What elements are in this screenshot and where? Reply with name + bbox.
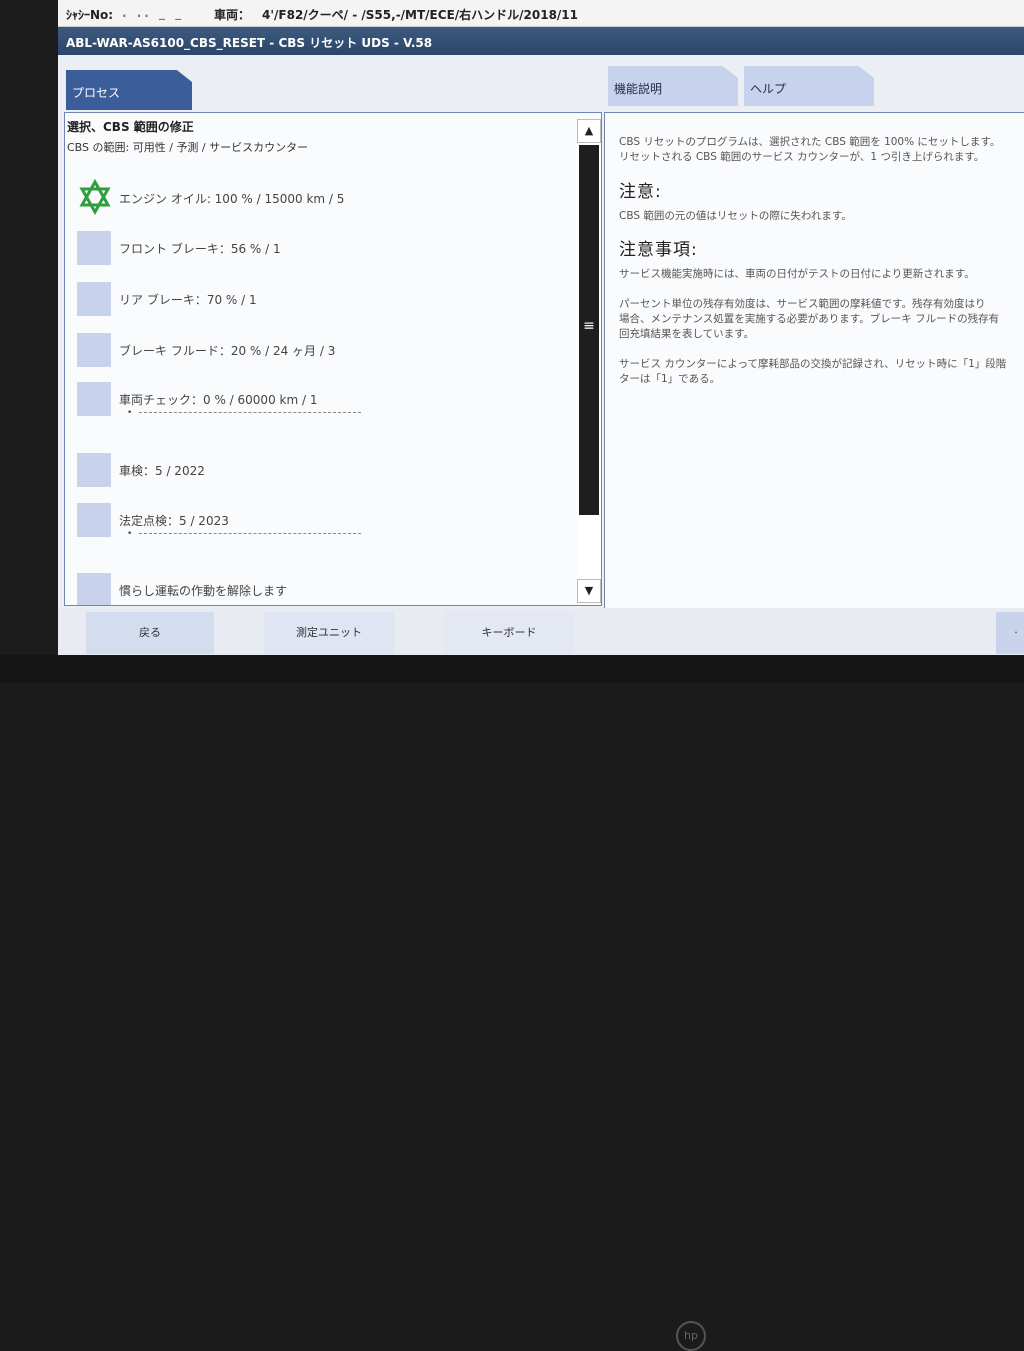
- note-text: サービス機能実施時には、車両の日付がテストの日付により更新されます。: [619, 268, 975, 280]
- cbs-item-engine-oil[interactable]: エンジン オイル: 100 % / 15000 km / 5: [77, 179, 567, 219]
- cbs-item-label: ブレーキ フルード：20 % / 24 ヶ月 / 3: [119, 344, 336, 358]
- chassis-value: . .. _ _: [122, 6, 185, 20]
- grip-icon: ≡: [583, 318, 595, 334]
- note-text: 回充填結果を表しています。: [619, 328, 755, 340]
- caution-text: CBS 範囲の元の値はリセットの際に失われます。: [619, 210, 852, 222]
- cbs-item-front-brake[interactable]: フロント ブレーキ：56 % / 1: [77, 229, 567, 269]
- cbs-item-label: 車両チェック：0 % / 60000 km / 1: [119, 393, 318, 407]
- vehicle-value: 4'/F82/クーペ/ - /S55,-/MT/ECE/右ハンドル/2018/1…: [262, 8, 579, 22]
- cbs-item-rear-brake[interactable]: リア ブレーキ：70 % / 1: [77, 280, 567, 320]
- cbs-item-legal-inspection[interactable]: 法定点検：5 / 2023 •: [77, 501, 567, 541]
- monitor-bezel-bottom: hp: [0, 655, 1024, 1351]
- checkbox-square[interactable]: [77, 382, 111, 416]
- cbs-item-label: リア ブレーキ：70 % / 1: [119, 293, 257, 307]
- cbs-item-label: 法定点検：5 / 2023: [119, 514, 229, 528]
- dashed-line: [139, 412, 361, 413]
- scroll-thumb[interactable]: ≡: [579, 145, 599, 515]
- cbs-item-label: エンジン オイル: 100 % / 15000 km / 5: [119, 192, 345, 206]
- cbs-item-label: フロント ブレーキ：56 % / 1: [119, 242, 281, 256]
- cbs-item-brake-fluid[interactable]: ブレーキ フルード：20 % / 24 ヶ月 / 3: [77, 331, 567, 371]
- caution-heading: 注意:: [619, 182, 662, 202]
- notes-heading: 注意事項:: [619, 240, 698, 260]
- vehicle-info-bar: ｼｬｼｰNo: . .. _ _ 車両： 4'/F82/クーペ/ - /S55,…: [58, 0, 1024, 27]
- tab-help-label: ヘルプ: [750, 82, 787, 96]
- scroll-down-icon[interactable]: ▼: [577, 579, 601, 603]
- footer-bar: 戻る 測定ユニット キーボード ·: [58, 608, 1024, 655]
- cbs-item-vehicle-check[interactable]: 車両チェック：0 % / 60000 km / 1 •: [77, 380, 567, 420]
- star-icon: [79, 179, 111, 215]
- cbs-item-vehicle-inspection[interactable]: 車検：5 / 2022: [77, 451, 567, 491]
- note-text: ターは「1」である。: [619, 373, 721, 385]
- checkbox-square[interactable]: [77, 453, 111, 487]
- dashed-line: [139, 533, 361, 534]
- process-panel: 選択、CBS 範囲の修正 CBS の範囲: 可用性 / 予測 / サービスカウン…: [64, 112, 602, 606]
- checkbox-square[interactable]: [77, 573, 111, 605]
- measurement-unit-button[interactable]: 測定ユニット: [264, 612, 394, 654]
- tab-help[interactable]: ヘルプ: [744, 66, 874, 106]
- chassis-label: ｼｬｼｰNo:: [66, 8, 114, 22]
- note-text: サービス カウンターによって摩耗部品の交換が記録され、リセット時に「1」段階: [619, 358, 1007, 370]
- bullet: •: [127, 408, 133, 418]
- back-button[interactable]: 戻る: [86, 612, 214, 654]
- cbs-item-label: 慣らし運転の作動を解除します: [119, 584, 288, 598]
- section-subtitle: CBS の範囲: 可用性 / 予測 / サービスカウンター: [67, 141, 309, 154]
- window-title: ABL-WAR-AS6100_CBS_RESET - CBS リセット UDS …: [66, 36, 433, 50]
- note-text: 場合、メンテナンス処置を実施する必要があります。ブレーキ フルードの残存有: [619, 313, 1000, 325]
- hp-logo: hp: [676, 1321, 706, 1351]
- tab-function-description-label: 機能説明: [614, 82, 663, 96]
- tab-process[interactable]: プロセス: [66, 70, 192, 110]
- note-text: パーセント単位の残存有効度は、サービス範囲の摩耗値です。残存有効度はり: [619, 298, 986, 310]
- monitor-bezel: [0, 0, 58, 683]
- function-description-panel: CBS リセットのプログラムは、選択された CBS 範囲を 100% にセットし…: [604, 112, 1024, 613]
- section-title: 選択、CBS 範囲の修正: [67, 120, 194, 134]
- checkbox-square[interactable]: [77, 333, 111, 367]
- keyboard-button[interactable]: キーボード: [444, 612, 574, 654]
- checkbox-square[interactable]: [77, 282, 111, 316]
- scroll-up-icon[interactable]: ▲: [577, 119, 601, 143]
- intro-text: リセットされる CBS 範囲のサービス カウンターが、1 つ引き上げられます。: [619, 151, 985, 163]
- bullet: •: [127, 529, 133, 539]
- intro-text: CBS リセットのプログラムは、選択された CBS 範囲を 100% にセットし…: [619, 136, 1001, 148]
- vehicle-label: 車両：: [214, 8, 251, 22]
- checkbox-square[interactable]: [77, 503, 111, 537]
- tab-function-description[interactable]: 機能説明: [608, 66, 738, 106]
- scrollbar[interactable]: ▲ ≡ ▼: [577, 119, 601, 603]
- cbs-item-label: 車検：5 / 2022: [119, 464, 205, 478]
- tab-process-label: プロセス: [72, 86, 121, 100]
- cbs-item-break-in[interactable]: 慣らし運転の作動を解除します: [77, 571, 567, 605]
- window-title-bar: ABL-WAR-AS6100_CBS_RESET - CBS リセット UDS …: [58, 27, 1024, 55]
- next-button[interactable]: ·: [996, 612, 1024, 654]
- checkbox-square[interactable]: [77, 231, 111, 265]
- app-screen: ｼｬｼｰNo: . .. _ _ 車両： 4'/F82/クーペ/ - /S55,…: [58, 0, 1024, 655]
